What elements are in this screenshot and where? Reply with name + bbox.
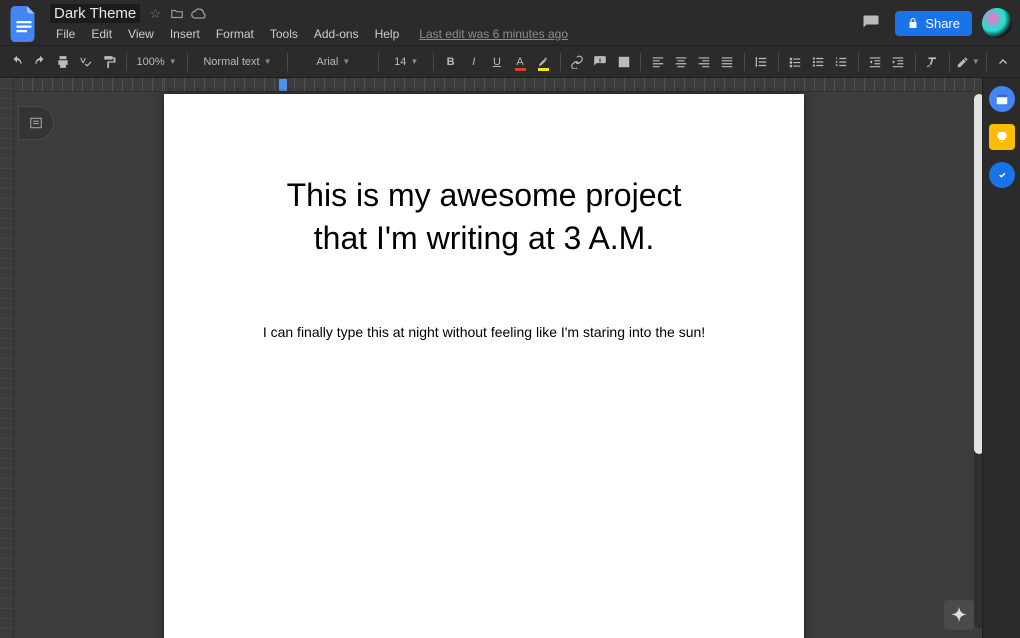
menu-file[interactable]: File	[50, 25, 81, 43]
redo-button[interactable]	[29, 50, 50, 74]
formatting-toolbar: 100%▼ Normal text▼ Arial▼ 14▼ B I U A ▼	[0, 46, 1020, 78]
document-canvas[interactable]: This is my awesome project that I'm writ…	[14, 78, 982, 638]
menu-help[interactable]: Help	[369, 25, 406, 43]
heading-line-1: This is my awesome project	[224, 174, 744, 217]
side-panel	[982, 78, 1020, 638]
zoom-select[interactable]: 100%▼	[133, 50, 181, 74]
italic-button[interactable]: I	[463, 50, 484, 74]
sidepanel-calendar[interactable]	[989, 86, 1015, 112]
tasks-icon	[995, 168, 1009, 182]
title-area: Dark Theme ☆ File Edit View Insert Forma…	[50, 4, 568, 43]
account-avatar[interactable]	[982, 8, 1012, 38]
zoom-value: 100%	[137, 56, 165, 68]
increase-indent-button[interactable]	[888, 50, 909, 74]
folder-move-icon[interactable]	[168, 5, 186, 23]
vertical-ruler[interactable]	[0, 78, 14, 638]
font-size-select[interactable]: 14▼	[385, 50, 427, 74]
highlighter-icon	[537, 56, 549, 68]
numbered-list-button[interactable]	[831, 50, 852, 74]
clear-formatting-button[interactable]	[922, 50, 943, 74]
menu-edit[interactable]: Edit	[85, 25, 118, 43]
paint-format-button[interactable]	[99, 50, 120, 74]
editing-mode-button[interactable]: ▼	[956, 50, 980, 74]
horizontal-ruler[interactable]	[14, 78, 976, 92]
align-justify-button[interactable]	[716, 50, 737, 74]
font-value: Arial	[316, 56, 338, 68]
print-button[interactable]	[52, 50, 73, 74]
vertical-scrollbar[interactable]	[974, 94, 982, 628]
highlight-color-button[interactable]	[533, 50, 554, 74]
menu-tools[interactable]: Tools	[264, 25, 304, 43]
outline-icon	[28, 116, 44, 130]
explore-button[interactable]: ✦	[944, 600, 974, 630]
last-edit-link[interactable]: Last edit was 6 minutes ago	[419, 27, 568, 41]
star-icon[interactable]: ☆	[146, 5, 164, 23]
open-comments-button[interactable]	[857, 9, 885, 37]
font-family-select[interactable]: Arial▼	[294, 50, 372, 74]
indent-marker[interactable]	[279, 79, 287, 91]
text-color-button[interactable]: A	[510, 50, 531, 74]
checklist-button[interactable]	[784, 50, 805, 74]
insert-image-button[interactable]	[613, 50, 634, 74]
calendar-icon	[995, 92, 1009, 106]
underline-button[interactable]: U	[486, 50, 507, 74]
cloud-done-icon[interactable]	[190, 5, 208, 23]
scrollbar-thumb[interactable]	[974, 94, 982, 454]
insert-comment-button[interactable]	[590, 50, 611, 74]
line-spacing-button[interactable]	[750, 50, 771, 74]
document-page[interactable]: This is my awesome project that I'm writ…	[164, 94, 804, 638]
share-button[interactable]: Share	[895, 11, 972, 36]
show-outline-button[interactable]	[18, 106, 54, 140]
bulleted-list-button[interactable]	[808, 50, 829, 74]
paragraph-style-select[interactable]: Normal text▼	[193, 50, 281, 74]
undo-button[interactable]	[6, 50, 27, 74]
app-header: Dark Theme ☆ File Edit View Insert Forma…	[0, 0, 1020, 46]
decrease-indent-button[interactable]	[865, 50, 886, 74]
menu-format[interactable]: Format	[210, 25, 260, 43]
collapse-toolbar-button[interactable]	[993, 50, 1014, 74]
align-right-button[interactable]	[693, 50, 714, 74]
insert-link-button[interactable]	[567, 50, 588, 74]
bold-button[interactable]: B	[440, 50, 461, 74]
menu-insert[interactable]: Insert	[164, 25, 206, 43]
spellcheck-button[interactable]	[75, 50, 96, 74]
doc-heading[interactable]: This is my awesome project that I'm writ…	[224, 174, 744, 260]
doc-body[interactable]: I can finally type this at night without…	[224, 324, 744, 340]
share-label: Share	[925, 16, 960, 31]
keep-icon	[996, 130, 1008, 144]
style-value: Normal text	[203, 56, 259, 68]
sidepanel-tasks[interactable]	[989, 162, 1015, 188]
heading-line-2: that I'm writing at 3 A.M.	[224, 217, 744, 260]
document-title[interactable]: Dark Theme	[50, 4, 140, 23]
align-left-button[interactable]	[647, 50, 668, 74]
sidepanel-keep[interactable]	[989, 124, 1015, 150]
workspace: This is my awesome project that I'm writ…	[0, 78, 982, 638]
docs-logo[interactable]	[8, 4, 40, 44]
lock-icon	[907, 17, 919, 29]
body-text: I can finally type this at night without…	[263, 324, 705, 340]
menubar: File Edit View Insert Format Tools Add-o…	[50, 25, 568, 43]
menu-addons[interactable]: Add-ons	[308, 25, 365, 43]
align-center-button[interactable]	[670, 50, 691, 74]
size-value: 14	[394, 56, 406, 68]
menu-view[interactable]: View	[122, 25, 160, 43]
